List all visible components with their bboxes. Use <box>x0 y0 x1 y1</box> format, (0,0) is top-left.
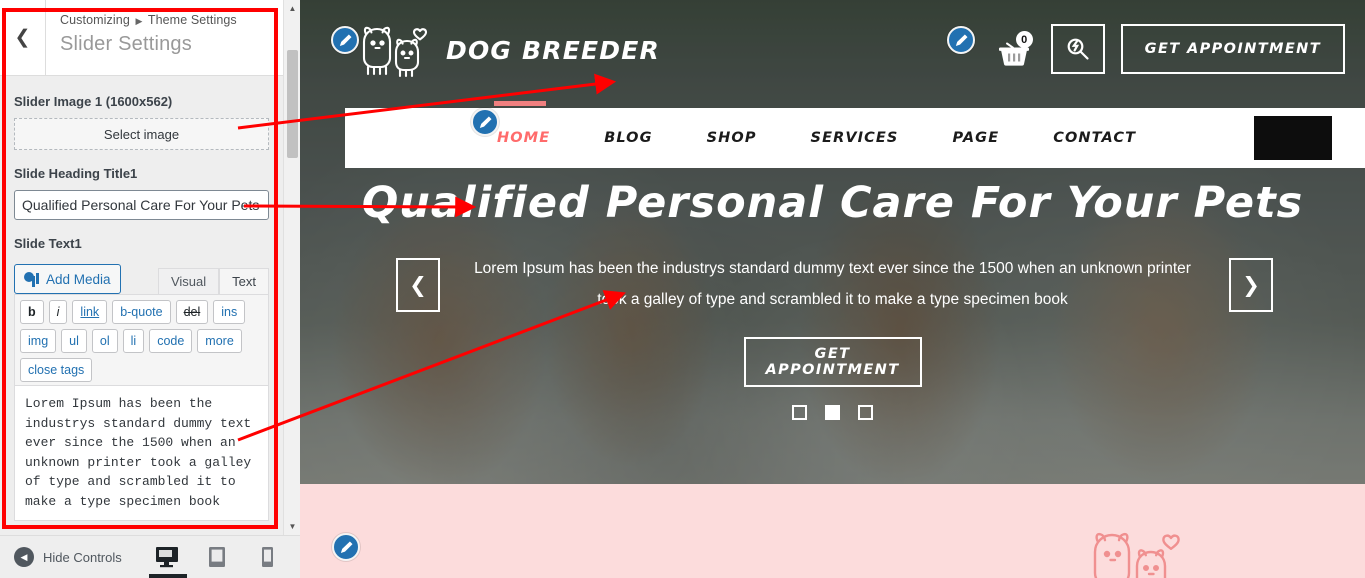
slide-heading-label: Slide Heading Title1 <box>14 166 138 181</box>
edit-pin-header-right[interactable] <box>947 26 975 54</box>
edit-pin-pink-section[interactable] <box>332 533 360 561</box>
nav-items: HOME BLOG SHOP SERVICES PAGE CONTACT <box>470 101 1163 146</box>
slide-text-textarea[interactable] <box>14 386 269 521</box>
scrollbar-thumb[interactable] <box>287 50 298 158</box>
tablet-icon <box>209 547 225 567</box>
quicktag-ol[interactable]: ol <box>91 329 118 353</box>
header-appointment-button[interactable]: GET APPOINTMENT <box>1120 24 1345 74</box>
hero-title: Qualified Personal Care For Your Pets <box>361 178 1304 228</box>
search-icon <box>1067 38 1089 60</box>
header-actions: 0 GET APPOINTMENT <box>995 24 1345 74</box>
breadcrumb-root: Customizing <box>60 13 130 27</box>
pencil-icon <box>340 541 352 553</box>
device-tablet-button[interactable] <box>204 542 230 572</box>
scalloped-edge <box>300 484 1365 496</box>
scroll-down-button[interactable]: ▼ <box>284 518 301 535</box>
hero-description: Lorem Ipsum has been the industrys stand… <box>474 260 1191 308</box>
tab-visual[interactable]: Visual <box>157 268 220 294</box>
quicktag-more[interactable]: more <box>197 329 242 353</box>
slide-heading-input[interactable] <box>14 190 269 220</box>
add-media-label: Add Media <box>46 271 111 287</box>
cart-count-badge: 0 <box>1015 31 1033 48</box>
panel-scrollbar[interactable]: ▲ ▼ <box>283 0 301 535</box>
slider-image-label: Slider Image 1 (1600x562) <box>14 94 173 109</box>
dog-and-cat-logo-icon <box>362 26 428 78</box>
hide-controls-label: Hide Controls <box>43 549 122 565</box>
device-desktop-button[interactable] <box>149 542 187 578</box>
search-button[interactable] <box>1050 24 1105 74</box>
customizer-footer: ◀ Hide Controls <box>0 535 300 578</box>
add-media-icon <box>24 271 40 287</box>
breadcrumb: Customizing ▶ Theme Settings <box>60 12 237 30</box>
customizer-header: ❮ Customizing ▶ Theme Settings Slider Se… <box>0 0 283 76</box>
device-mobile-button[interactable] <box>254 542 280 572</box>
pencil-icon <box>955 34 967 46</box>
quicktag-ins[interactable]: ins <box>213 300 246 324</box>
quicktags-toolbar: b i link b-quote del ins img ul ol li co… <box>14 294 269 386</box>
customizer-controls: Slider Image 1 (1600x562) Select image S… <box>0 76 283 526</box>
scroll-up-button[interactable]: ▲ <box>284 0 301 17</box>
nav-item-blog[interactable]: BLOG <box>577 130 679 146</box>
breadcrumb-separator-icon: ▶ <box>135 16 143 26</box>
triangle-up-icon: ▲ <box>288 4 297 13</box>
chevron-left-icon: ❮ <box>14 27 31 48</box>
pencil-icon <box>479 116 491 128</box>
hero-content: Qualified Personal Care For Your Pets Lo… <box>300 175 1365 420</box>
cart-button[interactable]: 0 <box>995 29 1035 69</box>
quicktag-ul[interactable]: ul <box>61 329 87 353</box>
pink-section <box>300 484 1365 578</box>
nav-item-page[interactable]: PAGE <box>925 130 1026 146</box>
hide-controls-button[interactable]: ◀ Hide Controls <box>14 547 122 567</box>
quicktag-code[interactable]: code <box>149 329 193 353</box>
pencil-icon <box>339 34 351 46</box>
device-preview-buttons <box>149 542 300 578</box>
back-button[interactable]: ❮ <box>0 0 46 75</box>
mobile-icon <box>261 547 273 567</box>
slider-dot-3[interactable] <box>858 405 873 420</box>
chevron-left-circle-icon: ◀ <box>14 547 34 567</box>
hero-slider: DOG BREEDER 0 GET APPOINTMENT HOME BLOG … <box>300 0 1365 488</box>
hero-appointment-button[interactable]: GET APPOINTMENT <box>743 337 922 387</box>
quicktag-li[interactable]: li <box>122 329 145 353</box>
nav-item-services[interactable]: SERVICES <box>784 130 926 146</box>
editor-mode-tabs: Visual Text <box>157 268 269 294</box>
site-preview: DOG BREEDER 0 GET APPOINTMENT HOME BLOG … <box>300 0 1365 578</box>
brand-name: DOG BREEDER <box>446 35 660 65</box>
text-editor: Add Media Visual Text b i link b-quote d… <box>14 260 269 526</box>
customizer-panel: ❮ Customizing ▶ Theme Settings Slider Se… <box>0 0 301 578</box>
quicktag-img[interactable]: img <box>20 329 57 353</box>
slide-text-label: Slide Text1 <box>14 236 82 251</box>
nav-item-shop[interactable]: SHOP <box>680 130 784 146</box>
triangle-down-icon: ▼ <box>288 522 297 531</box>
tab-text[interactable]: Text <box>219 268 269 294</box>
slider-dot-1[interactable] <box>792 405 807 420</box>
customizer-titles: Customizing ▶ Theme Settings Slider Sett… <box>46 0 237 75</box>
screen: ❮ Customizing ▶ Theme Settings Slider Se… <box>0 0 1365 578</box>
quicktag-bold[interactable]: b <box>20 300 44 324</box>
nav-item-contact[interactable]: CONTACT <box>1026 130 1163 146</box>
quicktag-close-tags[interactable]: close tags <box>20 358 93 382</box>
nav-end-block <box>1254 116 1332 160</box>
edit-pin-menu[interactable] <box>471 108 499 136</box>
dog-and-cat-outline-icon <box>1093 532 1180 578</box>
desktop-icon <box>156 547 178 568</box>
slider-dots <box>300 405 1365 420</box>
site-logo[interactable]: DOG BREEDER <box>354 22 660 78</box>
select-image-button[interactable]: Select image <box>14 118 269 150</box>
site-header: DOG BREEDER 0 GET APPOINTMENT <box>300 0 1365 100</box>
quicktag-link[interactable]: link <box>72 300 108 324</box>
quicktag-bquote[interactable]: b-quote <box>112 300 171 324</box>
page-title: Slider Settings <box>60 33 192 55</box>
customizer-scroll-region: ❮ Customizing ▶ Theme Settings Slider Se… <box>0 0 283 535</box>
quicktag-italic[interactable]: i <box>48 300 68 324</box>
slider-dot-2[interactable] <box>825 405 840 420</box>
edit-pin-logo[interactable] <box>331 26 359 54</box>
breadcrumb-parent: Theme Settings <box>147 13 237 27</box>
editor-toolbar-top: Add Media Visual Text <box>14 260 269 294</box>
quicktag-del[interactable]: del <box>175 300 209 324</box>
add-media-button[interactable]: Add Media <box>14 264 121 294</box>
